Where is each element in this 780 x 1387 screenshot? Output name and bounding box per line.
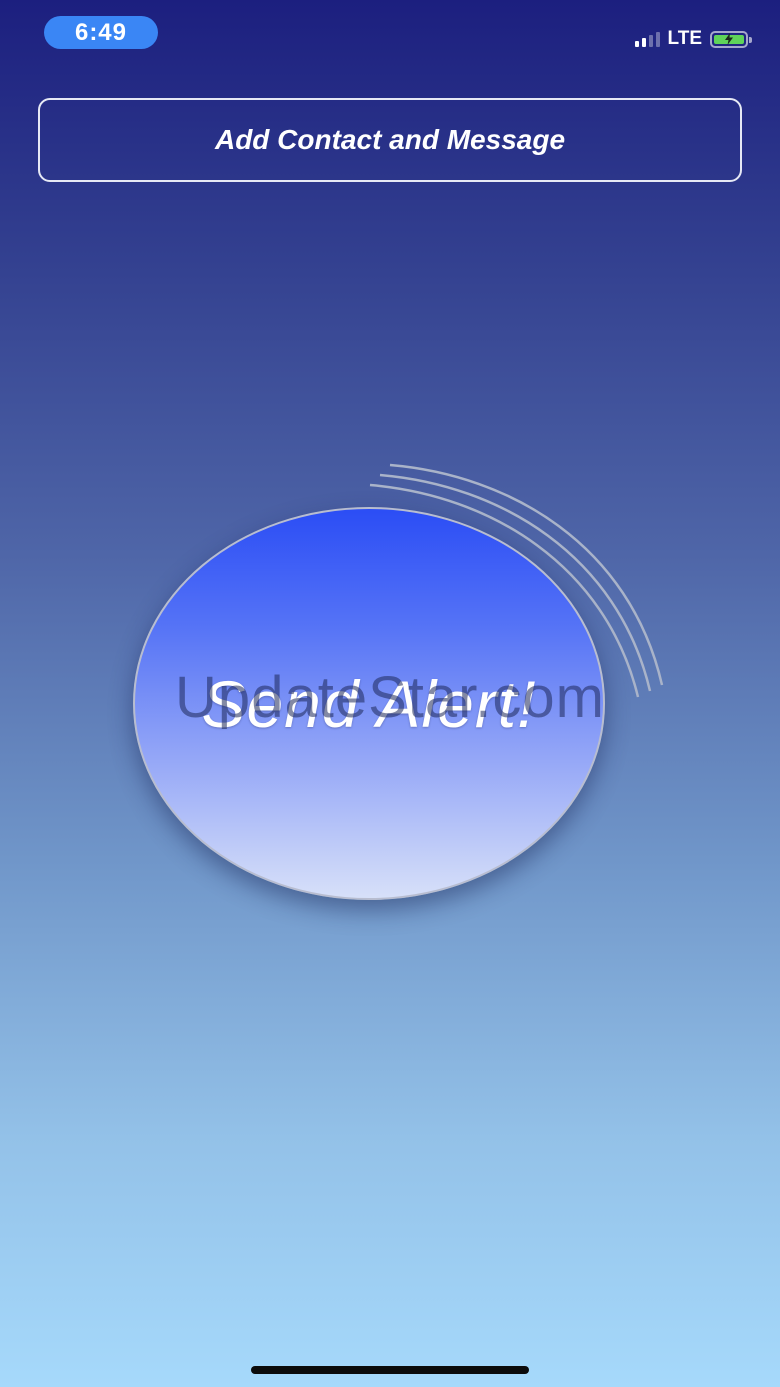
app-screen: 6:49 LTE Add Contact and Message Send Al…	[0, 0, 780, 1387]
send-alert-button[interactable]: Send Alert!	[133, 507, 605, 900]
send-alert-area: Send Alert! UpdateStar.com	[0, 0, 780, 1387]
home-indicator[interactable]	[251, 1366, 529, 1374]
send-alert-label: Send Alert!	[201, 666, 537, 741]
